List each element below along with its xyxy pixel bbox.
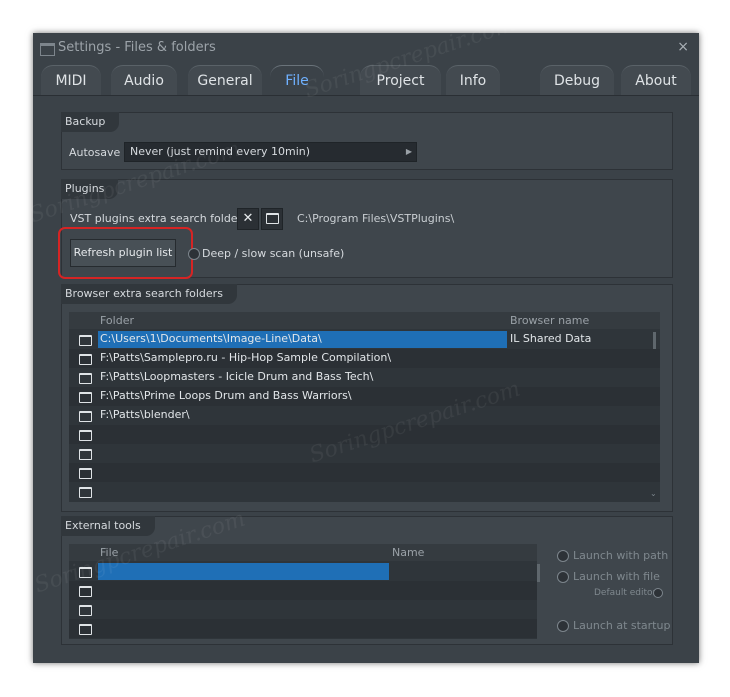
tab-file[interactable]: File bbox=[270, 65, 324, 98]
default-editor-label: Default editor bbox=[594, 588, 657, 598]
browser-folders-section: Browser extra search folders Folder Brow… bbox=[61, 284, 673, 512]
folder-icon[interactable] bbox=[79, 373, 92, 384]
browser-folders-grid: Folder Browser name C:\Users\1\Documents… bbox=[69, 312, 660, 502]
plugins-section: Plugins VST plugins extra search folder … bbox=[58, 179, 673, 279]
table-row[interactable]: F:\Patts\Samplepro.ru - Hip-Hop Sample C… bbox=[69, 349, 660, 368]
tab-bar: MIDI Audio General File Project Info Deb… bbox=[33, 65, 699, 98]
launch-with-file-label: Launch with file bbox=[573, 570, 660, 583]
tab-info[interactable]: Info bbox=[446, 65, 500, 96]
tab-debug[interactable]: Debug bbox=[540, 65, 614, 96]
table-row[interactable] bbox=[69, 463, 660, 482]
plugins-title: Plugins bbox=[61, 179, 119, 199]
deep-scan-label: Deep / slow scan (unsafe) bbox=[202, 247, 345, 260]
browser-name-column-header[interactable]: Browser name bbox=[510, 314, 589, 327]
tab-project[interactable]: Project bbox=[360, 65, 441, 96]
backup-title: Backup bbox=[61, 112, 120, 132]
folder-icon[interactable] bbox=[79, 449, 92, 460]
folder-icon[interactable] bbox=[79, 411, 92, 422]
autosave-select[interactable]: Never (just remind every 10min) ▶ bbox=[124, 142, 417, 162]
folder-path: F:\Patts\Prime Loops Drum and Bass Warri… bbox=[100, 389, 352, 402]
table-row[interactable]: C:\Users\1\Documents\Image-Line\Data\ IL… bbox=[69, 330, 660, 349]
folder-path: F:\Patts\Loopmasters - Icicle Drum and B… bbox=[100, 370, 374, 383]
deep-scan-radio[interactable] bbox=[188, 248, 200, 260]
name-column-header[interactable]: Name bbox=[392, 546, 424, 559]
table-row[interactable] bbox=[69, 619, 537, 638]
folder-icon[interactable] bbox=[79, 430, 92, 441]
autosave-label: Autosave bbox=[69, 146, 121, 159]
folder-icon[interactable] bbox=[79, 586, 92, 597]
file-column-header[interactable]: File bbox=[100, 546, 118, 559]
launch-with-file-radio[interactable] bbox=[557, 571, 569, 583]
browser-grid-header: Folder Browser name bbox=[69, 312, 660, 329]
close-icon: ✕ bbox=[242, 211, 254, 226]
table-row[interactable]: F:\Patts\blender\ bbox=[69, 406, 660, 425]
folder-path: C:\Users\1\Documents\Image-Line\Data\ bbox=[100, 332, 322, 345]
browser-folders-title: Browser extra search folders bbox=[61, 284, 237, 304]
external-tools-section: External tools File Name Launch with pat… bbox=[61, 516, 673, 645]
vertical-scrollbar[interactable] bbox=[653, 332, 656, 349]
launch-with-path-radio[interactable] bbox=[557, 550, 569, 562]
table-row[interactable] bbox=[69, 581, 537, 600]
browse-folder-button[interactable] bbox=[261, 208, 283, 230]
folder-icon bbox=[265, 213, 279, 224]
window-title: Settings - Files & folders bbox=[58, 40, 216, 55]
folder-icon[interactable] bbox=[79, 335, 92, 346]
tab-divider bbox=[33, 95, 699, 96]
table-row[interactable] bbox=[69, 600, 537, 619]
highlight-marker bbox=[58, 227, 193, 279]
row-selection bbox=[98, 563, 389, 580]
table-row[interactable] bbox=[69, 482, 660, 501]
folder-icon[interactable] bbox=[79, 354, 92, 365]
folder-path: F:\Patts\blender\ bbox=[100, 408, 190, 421]
tab-audio[interactable]: Audio bbox=[111, 65, 177, 96]
vst-folder-path: C:\Program Files\VSTPlugins\ bbox=[297, 212, 455, 225]
browser-name: IL Shared Data bbox=[510, 332, 592, 345]
tab-general[interactable]: General bbox=[188, 65, 262, 96]
table-row[interactable] bbox=[69, 562, 537, 581]
tab-about[interactable]: About bbox=[621, 65, 691, 96]
folder-column-header[interactable]: Folder bbox=[100, 314, 134, 327]
folder-icon[interactable] bbox=[79, 605, 92, 616]
table-row[interactable]: F:\Patts\Loopmasters - Icicle Drum and B… bbox=[69, 368, 660, 387]
tab-midi[interactable]: MIDI bbox=[41, 65, 101, 96]
window-icon bbox=[40, 43, 55, 56]
launch-at-startup-label: Launch at startup bbox=[573, 619, 671, 632]
chevron-down-icon[interactable]: ⌄ bbox=[650, 489, 657, 498]
external-tools-title: External tools bbox=[61, 516, 155, 536]
settings-window: Settings - Files & folders × MIDI Audio … bbox=[33, 33, 699, 663]
folder-path: F:\Patts\Samplepro.ru - Hip-Hop Sample C… bbox=[100, 351, 392, 364]
launch-at-startup-radio[interactable] bbox=[557, 620, 569, 632]
backup-section: Backup Autosave Never (just remind every… bbox=[61, 112, 673, 170]
close-icon[interactable]: × bbox=[677, 39, 689, 55]
table-row[interactable] bbox=[69, 444, 660, 463]
title-bar: Settings - Files & folders × bbox=[33, 33, 699, 63]
autosave-value: Never (just remind every 10min) bbox=[130, 145, 311, 158]
folder-icon[interactable] bbox=[79, 487, 92, 498]
folder-icon[interactable] bbox=[79, 468, 92, 479]
folder-icon[interactable] bbox=[79, 567, 92, 578]
table-row[interactable] bbox=[69, 425, 660, 444]
folder-icon[interactable] bbox=[79, 624, 92, 635]
vertical-scrollbar[interactable] bbox=[537, 564, 540, 582]
external-tools-grid: File Name bbox=[69, 544, 540, 639]
folder-icon[interactable] bbox=[79, 392, 92, 403]
chevron-right-icon: ▶ bbox=[405, 147, 412, 156]
external-grid-header: File Name bbox=[69, 544, 537, 561]
default-editor-radio[interactable] bbox=[653, 588, 663, 598]
vst-folder-label: VST plugins extra search folder bbox=[70, 212, 243, 225]
clear-folder-button[interactable]: ✕ bbox=[237, 208, 259, 230]
launch-with-path-label: Launch with path bbox=[573, 549, 669, 562]
table-row[interactable]: F:\Patts\Prime Loops Drum and Bass Warri… bbox=[69, 387, 660, 406]
